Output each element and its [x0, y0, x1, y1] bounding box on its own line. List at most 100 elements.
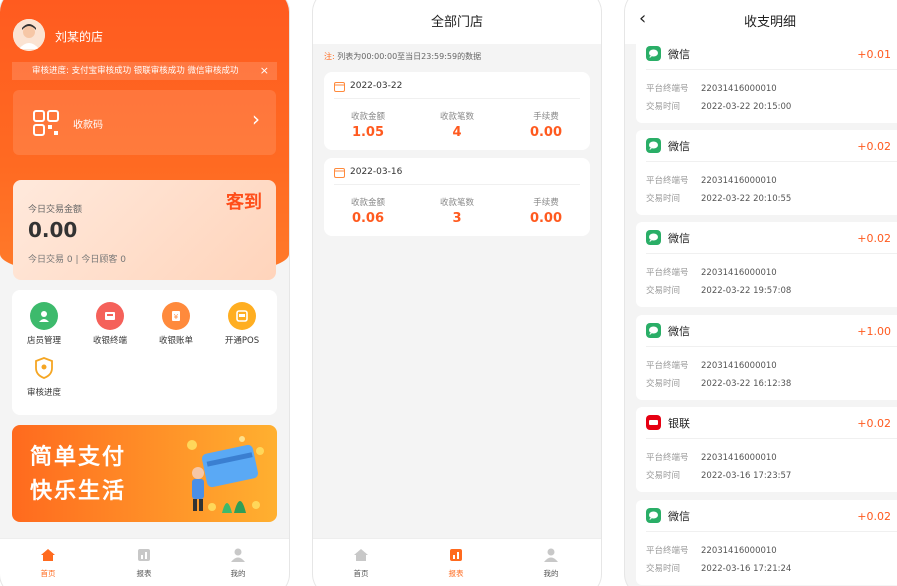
bill-icon: ¥: [162, 302, 190, 330]
channel-name: 微信: [668, 510, 690, 523]
wechat-icon: [646, 508, 661, 523]
divider: [646, 438, 897, 439]
channel-name: 银联: [668, 417, 690, 430]
tab-label: 报表: [136, 569, 152, 578]
tab-mine[interactable]: 我的: [208, 547, 268, 579]
terminal-number: 22031416000010: [701, 453, 777, 463]
divider: [646, 69, 897, 70]
calendar-icon: [334, 168, 345, 178]
grid-label: 收银终端: [92, 336, 127, 346]
terminal-number: 22031416000010: [701, 268, 777, 278]
tab-label: 我的: [543, 569, 559, 578]
chevron-right-icon: ›: [252, 107, 260, 131]
transaction-card[interactable]: 微信 +0.01 平台终端号 22031416000010 交易时间 2022-03-22…: [636, 38, 897, 123]
stores-screen: 全部门店 注: 列表为00:00:00至当日23:59:59的数据 2022-0…: [313, 0, 601, 586]
wechat-icon: [646, 323, 661, 338]
transaction-time: 2022-03-22 20:15:00: [701, 102, 792, 112]
qr-code-entry[interactable]: 收款码 ›: [13, 90, 276, 155]
report-icon: [450, 549, 462, 561]
grid-item-pos[interactable]: 开通POS: [214, 302, 270, 346]
banner-title-line2: 快乐生活: [30, 479, 127, 504]
grid-label: 开通POS: [224, 336, 260, 346]
tab-report[interactable]: 报表: [426, 547, 486, 579]
notice-text: 审核进度: 支付宝审核成功 银联审核成功 微信审核成功: [32, 66, 239, 76]
calendar-icon: [334, 82, 345, 92]
promo-banner[interactable]: 简单支付 快乐生活: [12, 425, 277, 522]
transaction-card[interactable]: 微信 +0.02 平台终端号 22031416000010 交易时间 2022-03-16…: [636, 500, 897, 585]
grid-label: 收银账单: [158, 336, 193, 346]
transaction-amount: +0.01: [857, 48, 891, 61]
screenshot-canvas: 刘某的店 审核进度: 支付宝审核成功 银联审核成功 微信审核成功 × 收款码 ›…: [0, 0, 897, 586]
tab-home[interactable]: 首页: [331, 547, 391, 579]
grid-item-terminal[interactable]: 收银终端: [82, 302, 138, 346]
stat-label: 收款金额: [350, 112, 385, 122]
terminal-number: 22031416000010: [701, 546, 777, 556]
checkin-logo[interactable]: 客到: [226, 188, 262, 214]
field-label: 交易时间: [646, 379, 681, 389]
divider: [334, 98, 580, 99]
time-row: 交易时间 2022-03-22 20:15:00: [646, 100, 791, 112]
tab-mine[interactable]: 我的: [521, 547, 581, 579]
transaction-card[interactable]: 银联 +0.02 平台终端号 22031416000010 交易时间 2022-03-16…: [636, 407, 897, 492]
grid-item-staff[interactable]: 店员管理: [16, 302, 72, 346]
terminal-number: 22031416000010: [701, 361, 777, 371]
time-row: 交易时间 2022-03-22 19:57:08: [646, 284, 791, 296]
note-text: 列表为00:00:00至当日23:59:59的数据: [337, 52, 482, 61]
qr-code-icon: [33, 110, 59, 136]
divider: [646, 346, 897, 347]
time-row: 交易时间 2022-03-22 16:12:38: [646, 377, 791, 389]
svg-text:¥: ¥: [174, 313, 179, 321]
avatar[interactable]: [13, 19, 45, 51]
audit-notice: 审核进度: 支付宝审核成功 银联审核成功 微信审核成功 ×: [12, 62, 277, 80]
field-label: 平台终端号: [646, 361, 689, 371]
store-day-card[interactable]: 2022-03-16 收款金额 0.06 收款笔数 3 手续费 0.00: [324, 158, 590, 236]
field-label: 平台终端号: [646, 84, 689, 94]
avatar-icon: [13, 19, 45, 51]
grid-item-bill[interactable]: ¥ 收银账单: [148, 302, 204, 346]
payment-illustration: [187, 436, 264, 513]
tab-label: 首页: [40, 569, 56, 578]
channel-name: 微信: [668, 48, 690, 61]
transaction-amount: +1.00: [857, 325, 891, 338]
grid-label: 店员管理: [26, 336, 61, 346]
channel-name: 微信: [668, 325, 690, 338]
unionpay-icon: [646, 415, 661, 430]
pos-icon: [228, 302, 256, 330]
close-icon[interactable]: ×: [260, 62, 269, 80]
transaction-card[interactable]: 微信 +0.02 平台终端号 22031416000010 交易时间 2022-03-22…: [636, 222, 897, 307]
stat-label: 收款笔数: [439, 112, 474, 122]
home-icon: [354, 549, 368, 561]
note-mark: 注:: [324, 52, 335, 61]
stat-label: 手续费: [533, 112, 559, 122]
back-arrow-icon[interactable]: ‹: [639, 8, 646, 29]
store-day-card[interactable]: 2022-03-22 收款金额 1.05 收款笔数 4 手续费 0.00: [324, 72, 590, 150]
grid-item-audit[interactable]: 审核进度: [16, 354, 72, 398]
stat-label: 手续费: [533, 198, 559, 208]
wechat-icon: [646, 230, 661, 245]
tab-home[interactable]: 首页: [18, 547, 78, 579]
stat-fee: 手续费 0.00: [506, 196, 586, 226]
transaction-time: 2022-03-22 19:57:08: [701, 286, 792, 296]
field-label: 平台终端号: [646, 268, 689, 278]
store-name: 刘某的店: [55, 30, 104, 44]
tab-label: 报表: [448, 569, 464, 578]
terminal-row: 平台终端号 22031416000010: [646, 82, 777, 94]
terminal-row: 平台终端号 22031416000010: [646, 174, 777, 186]
user-icon: [231, 548, 245, 562]
stat-label: 收款笔数: [439, 198, 474, 208]
transaction-card[interactable]: 微信 +0.02 平台终端号 22031416000010 交易时间 2022-03-22…: [636, 130, 897, 215]
tab-report[interactable]: 报表: [114, 547, 174, 579]
field-label: 交易时间: [646, 471, 681, 481]
tab-label: 我的: [230, 569, 246, 578]
transaction-time: 2022-03-22 20:10:55: [701, 194, 792, 204]
transaction-time: 2022-03-22 16:12:38: [701, 379, 792, 389]
channel-name: 微信: [668, 140, 690, 153]
today-stats: 今日交易 0 | 今日顾客 0: [28, 255, 126, 265]
function-grid: 店员管理 收银终端 ¥ 收银账单 开通POS 审核进度: [12, 290, 277, 415]
transaction-card[interactable]: 微信 +1.00 平台终端号 22031416000010 交易时间 2022-03-22…: [636, 315, 897, 400]
field-label: 交易时间: [646, 286, 681, 296]
terminal-row: 平台终端号 22031416000010: [646, 451, 777, 463]
divider: [646, 161, 897, 162]
terminal-row: 平台终端号 22031416000010: [646, 266, 777, 278]
field-label: 平台终端号: [646, 176, 689, 186]
